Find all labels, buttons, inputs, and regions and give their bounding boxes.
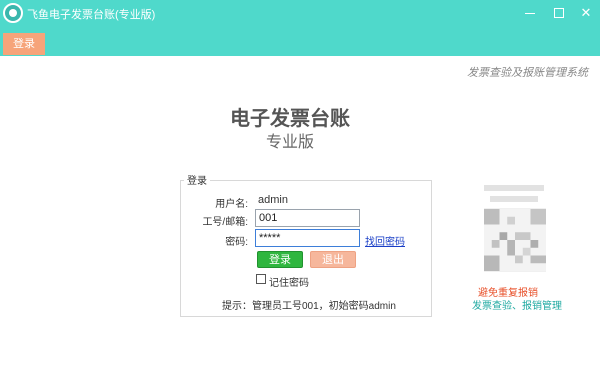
tab-login[interactable]: 登录 xyxy=(3,33,45,55)
username-label: 用户名: xyxy=(215,199,248,210)
account-label: 工号/邮箱: xyxy=(202,217,248,228)
qr-caption-line xyxy=(484,185,544,191)
remember-password-label: 记住密码 xyxy=(269,278,309,289)
close-button[interactable]: ✕ xyxy=(576,3,596,23)
app-logo-icon xyxy=(3,3,23,23)
account-field[interactable] xyxy=(255,209,360,227)
login-group-label: 登录 xyxy=(184,172,210,187)
minimize-icon xyxy=(525,13,535,14)
tab-strip xyxy=(0,26,600,56)
exit-button[interactable]: 退出 xyxy=(310,251,356,268)
system-tagline: 发票查验及报账管理系统 xyxy=(467,67,588,79)
login-hint: 提示：管理员工号001，初始密码admin xyxy=(222,301,396,312)
page-title: 电子发票台账 xyxy=(230,108,350,130)
qr-caption-line xyxy=(490,196,538,202)
password-label: 密码: xyxy=(225,237,248,248)
qr-code-icon xyxy=(484,208,546,272)
password-field[interactable] xyxy=(255,229,360,247)
promo-teal-note: 发票查验、报销管理 xyxy=(472,301,562,312)
username-value: admin xyxy=(258,194,288,206)
remember-password-checkbox[interactable] xyxy=(256,274,266,284)
edition-label: 专业版 xyxy=(265,134,314,151)
window-title: 飞鱼电子发票台账(专业版) xyxy=(27,9,156,21)
forgot-password-link[interactable]: 找回密码 xyxy=(365,233,405,248)
minimize-button[interactable] xyxy=(520,3,540,23)
login-button[interactable]: 登录 xyxy=(257,251,303,268)
maximize-icon xyxy=(554,8,564,18)
maximize-button[interactable] xyxy=(549,3,569,23)
